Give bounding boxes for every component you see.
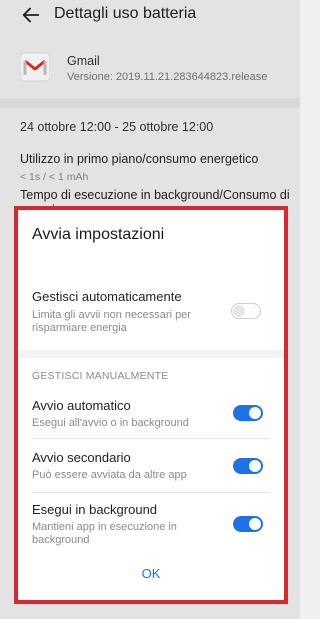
secondary-launch-subtitle: Può essere avviata da altre app (32, 469, 187, 481)
ok-button[interactable]: OK (18, 566, 284, 581)
manual-section-label: GESTISCI MANUALMENTE (32, 370, 169, 382)
toggle-knob (249, 518, 261, 530)
auto-launch-subtitle: Esegui all'avvio o in background (32, 417, 189, 429)
divider (18, 350, 284, 358)
secondary-launch-title: Avvio secondario (32, 450, 131, 465)
auto-launch-toggle[interactable] (233, 405, 263, 421)
toggle-knob (249, 407, 261, 419)
launch-settings-dialog: Avvia impostazioni Gestisci automaticame… (18, 210, 284, 600)
auto-manage-toggle[interactable] (231, 303, 261, 319)
auto-launch-title: Avvio automatico (32, 398, 131, 413)
auto-manage-subtitle: Limita gli avvii non necessari per rispa… (32, 309, 191, 334)
highlight-frame: Avvia impostazioni Gestisci automaticame… (14, 206, 288, 604)
run-background-subtitle: Mantieni app in esecuzione in background (32, 521, 177, 546)
divider (32, 438, 270, 439)
dialog-title: Avvia impostazioni (32, 226, 165, 243)
divider (32, 492, 270, 493)
auto-manage-title: Gestisci automaticamente (32, 289, 182, 304)
run-background-toggle[interactable] (233, 516, 263, 532)
run-background-title: Esegui in background (32, 502, 158, 517)
toggle-knob (249, 460, 261, 472)
secondary-launch-toggle[interactable] (233, 458, 263, 474)
toggle-knob (233, 305, 245, 317)
